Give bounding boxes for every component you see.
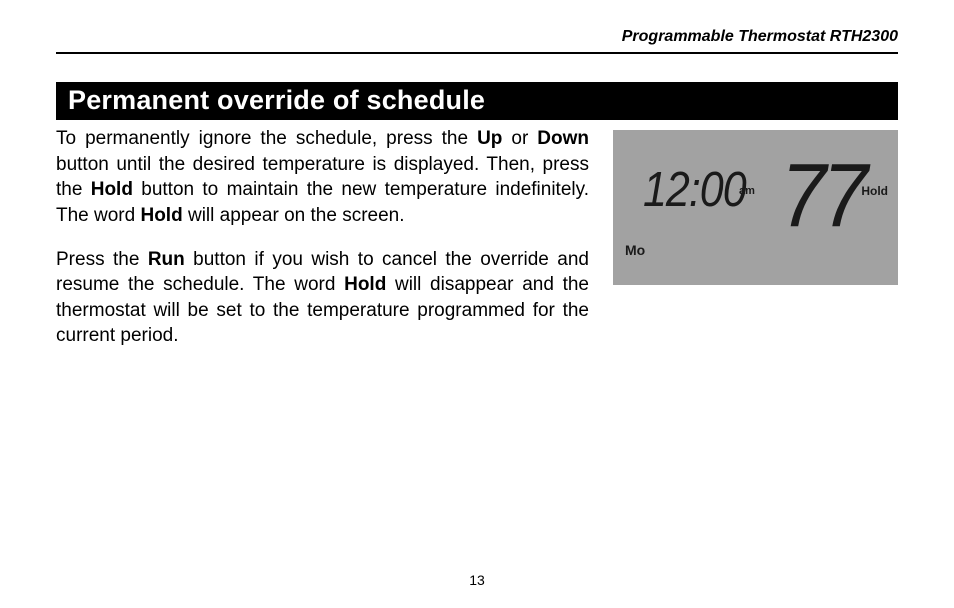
bold-hold: Hold	[91, 179, 133, 200]
bold-up: Up	[477, 128, 502, 149]
bold-hold: Hold	[140, 205, 182, 226]
display-temperature: 77	[781, 145, 864, 248]
paragraph-1: To permanently ignore the schedule, pres…	[56, 126, 589, 229]
text-run: or	[502, 128, 537, 149]
display-day: Mo	[625, 242, 645, 258]
section-title: Permanent override of schedule	[56, 82, 898, 120]
document-header: Programmable Thermostat RTH2300	[56, 28, 898, 54]
body-text: To permanently ignore the schedule, pres…	[56, 120, 589, 367]
display-time: 12:00	[643, 162, 746, 218]
bold-hold: Hold	[344, 274, 386, 295]
bold-down: Down	[537, 128, 589, 149]
bold-run: Run	[148, 249, 185, 270]
display-ampm: am	[739, 185, 755, 197]
thermostat-display: 12:00 am 77 ° Hold Mo	[613, 130, 898, 285]
text-run: will appear on the screen.	[183, 205, 405, 226]
text-run: To permanently ignore the schedule, pres…	[56, 128, 477, 149]
text-run: Press the	[56, 249, 148, 270]
page-number: 13	[0, 572, 954, 588]
display-hold-status: Hold	[861, 184, 888, 198]
paragraph-2: Press the Run button if you wish to canc…	[56, 247, 589, 350]
display-degree-icon: °	[863, 166, 868, 180]
